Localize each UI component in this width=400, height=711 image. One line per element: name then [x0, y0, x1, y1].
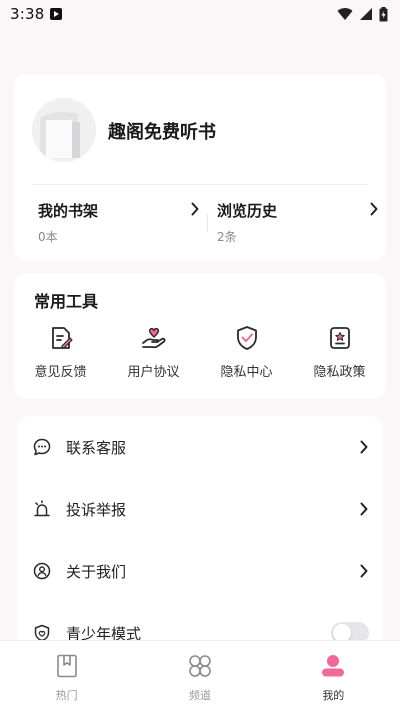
alarm-icon — [34, 500, 50, 517]
tool-label: 用户协议 — [127, 365, 180, 380]
profile-name[interactable]: 趣阁免费听书 — [108, 118, 216, 144]
bookshelf-title: 我的书架 — [38, 202, 99, 220]
chevron-right-icon — [191, 202, 199, 216]
tools-card: 常用工具 意见反馈 用户协议 隐私中心 隐私政策 — [14, 273, 386, 399]
nav-label: 频道 — [188, 689, 211, 702]
tool-privacy-center[interactable]: 隐私中心 — [200, 325, 293, 385]
bookshelf-entry[interactable]: 我的书架 0本 — [38, 200, 200, 246]
agreement-icon — [141, 327, 165, 349]
wifi-icon — [337, 8, 353, 20]
chevron-right-icon — [360, 440, 368, 454]
status-bar: 3:38 — [0, 0, 400, 28]
tools-title: 常用工具 — [34, 292, 99, 311]
menu-item-contact-service[interactable]: 联系客服 — [17, 416, 383, 478]
profile-card: 趣阁免费听书 我的书架 0本 浏览历史 2条 — [14, 74, 386, 260]
feedback-icon — [51, 327, 73, 349]
tool-feedback[interactable]: 意见反馈 — [14, 325, 107, 385]
nav-label: 热门 — [55, 689, 78, 702]
tool-label: 隐私政策 — [313, 365, 366, 380]
profile-icon — [322, 655, 345, 677]
privacy-center-icon — [236, 326, 257, 350]
bottom-nav: 热门 频道 我的 — [0, 640, 400, 711]
signal-icon — [360, 8, 372, 20]
history-count: 2条 — [217, 230, 237, 244]
media-play-icon — [50, 8, 63, 20]
grid-icon — [189, 655, 211, 677]
nav-tab-mine[interactable]: 我的 — [267, 641, 400, 711]
user-circle-icon — [33, 562, 51, 580]
status-time: 3:38 — [10, 5, 45, 23]
bookshelf-count: 0本 — [38, 230, 58, 244]
menu-label: 联系客服 — [66, 438, 127, 457]
nav-label: 我的 — [322, 689, 345, 702]
chevron-right-icon — [360, 564, 368, 578]
menu-label: 关于我们 — [66, 562, 127, 581]
privacy-policy-icon — [329, 327, 350, 349]
chat-icon — [33, 438, 51, 456]
bookmark-icon — [56, 654, 77, 678]
chevron-right-icon — [360, 502, 368, 516]
book-cover-icon — [32, 98, 96, 162]
history-title: 浏览历史 — [217, 202, 278, 220]
tool-privacy-policy[interactable]: 隐私政策 — [293, 325, 386, 385]
divider — [32, 184, 368, 185]
nav-tab-channel[interactable]: 频道 — [133, 641, 266, 711]
stat-separator — [207, 214, 208, 232]
menu-item-about-us[interactable]: 关于我们 — [17, 540, 383, 602]
tools-row: 意见反馈 用户协议 隐私中心 隐私政策 — [14, 325, 386, 385]
battery-icon — [379, 6, 388, 21]
menu-item-complaint-report[interactable]: 投诉举报 — [17, 478, 383, 540]
tool-user-agreement[interactable]: 用户协议 — [107, 325, 200, 385]
nav-tab-hot[interactable]: 热门 — [0, 641, 133, 711]
history-entry[interactable]: 浏览历史 2条 — [217, 200, 379, 246]
avatar[interactable] — [32, 98, 96, 162]
tool-label: 隐私中心 — [220, 365, 273, 380]
chevron-right-icon — [370, 202, 378, 216]
tool-label: 意见反馈 — [34, 365, 87, 380]
menu-card: 联系客服 投诉举报 关于我们 青少年模式 — [17, 416, 383, 656]
menu-label: 投诉举报 — [66, 500, 127, 519]
